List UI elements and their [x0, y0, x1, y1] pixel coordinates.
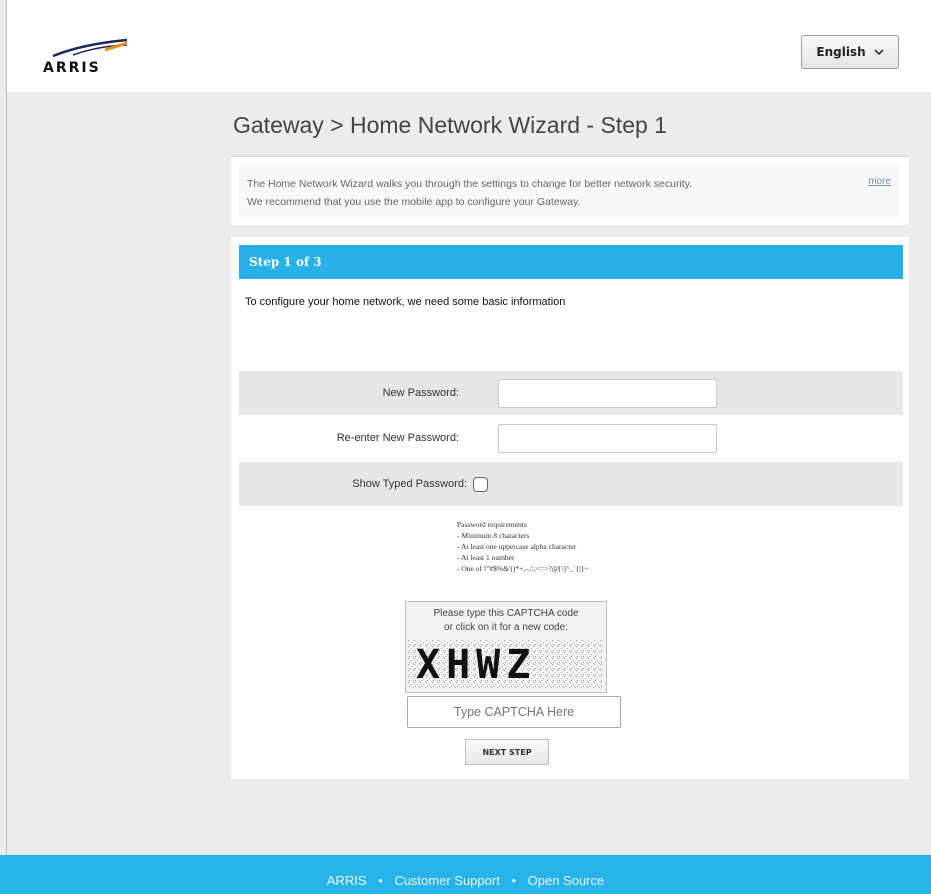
reenter-password-row: Re-enter New Password:	[239, 416, 903, 460]
footer-link-arris[interactable]: ARRIS	[327, 873, 367, 888]
requirement-item: - Minimum 8 characters	[457, 531, 530, 540]
requirement-item: - At least one uppercase alpha character	[457, 542, 577, 551]
captcha-prompt-line-2: or click on it for a new code:	[444, 622, 568, 633]
captcha-code: XHWZ	[416, 642, 537, 688]
language-select[interactable]: English	[801, 35, 899, 69]
arris-swoosh-icon	[52, 38, 128, 58]
show-password-row: Show Typed Password:	[239, 462, 903, 506]
intro-text: To configure your home network, we need …	[245, 296, 566, 308]
captcha-input[interactable]	[407, 696, 621, 728]
captcha-panel: Please type this CAPTCHA code or click o…	[405, 601, 607, 693]
requirements-title: Password requirements	[457, 520, 527, 529]
language-label: English	[816, 45, 866, 59]
next-step-button[interactable]: NEXT STEP	[465, 739, 549, 765]
reenter-password-input[interactable]	[498, 424, 717, 453]
footer: ARRIS • Customer Support • Open Source	[0, 855, 931, 894]
requirement-item: - At least 1 number	[457, 553, 515, 562]
new-password-row: New Password:	[239, 371, 903, 415]
info-panel: The Home Network Wizard walks you throug…	[231, 156, 909, 225]
arris-logo: ARRIS	[43, 36, 133, 76]
reenter-password-label: Re-enter New Password:	[336, 432, 459, 444]
new-password-label: New Password:	[382, 387, 459, 399]
password-requirements: Password requirements - Minimum 8 charac…	[457, 519, 588, 574]
info-text-line-2: We recommend that you use the mobile app…	[247, 196, 581, 208]
captcha-prompt-line-1: Please type this CAPTCHA code	[433, 608, 579, 619]
info-text-line-1: The Home Network Wizard walks you throug…	[247, 178, 693, 190]
footer-separator: •	[378, 873, 383, 888]
info-panel-inner: The Home Network Wizard walks you throug…	[239, 165, 899, 217]
footer-links: ARRIS • Customer Support • Open Source	[0, 855, 931, 894]
captcha-prompt: Please type this CAPTCHA code or click o…	[406, 607, 606, 635]
header: ARRIS English	[7, 0, 931, 92]
footer-link-open-source[interactable]: Open Source	[528, 873, 605, 888]
footer-link-customer-support[interactable]: Customer Support	[394, 873, 500, 888]
show-password-label: Show Typed Password:	[352, 478, 467, 490]
left-border	[6, 0, 7, 855]
show-password-checkbox[interactable]	[473, 477, 488, 492]
wizard-card: Step 1 of 3 To configure your home netwo…	[231, 237, 909, 779]
footer-separator: •	[511, 873, 516, 888]
captcha-image[interactable]: XHWZ	[408, 640, 602, 688]
step-indicator: Step 1 of 3	[239, 245, 903, 279]
chevron-down-icon	[874, 48, 884, 55]
requirement-item: - One of !"#$%&'()*+,-./:;<=>?@[\]^_`{|}…	[457, 564, 589, 573]
page-title: Gateway > Home Network Wizard - Step 1	[233, 112, 667, 138]
brand-name: ARRIS	[43, 60, 101, 76]
more-link[interactable]: more	[868, 176, 891, 187]
new-password-input[interactable]	[498, 379, 717, 408]
